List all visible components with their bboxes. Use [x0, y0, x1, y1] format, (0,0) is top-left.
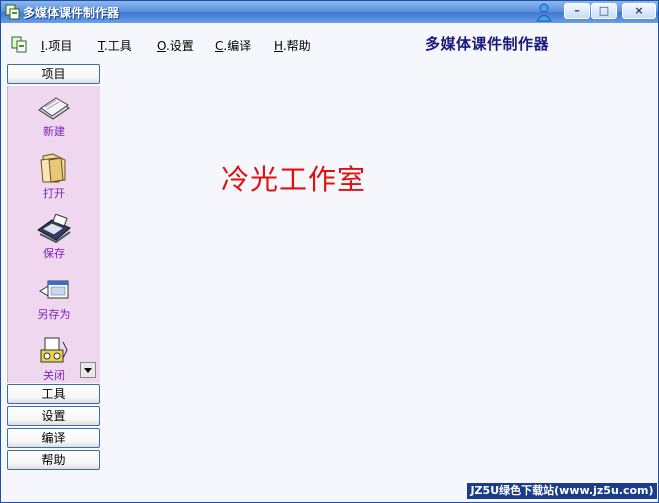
section-project-button[interactable]: 项目: [7, 64, 100, 84]
minimize-button[interactable]: –: [564, 3, 590, 19]
menu-tools-label: .工具: [103, 39, 132, 53]
menu-settings-label: .设置: [165, 39, 194, 53]
tool-open[interactable]: 打开: [16, 152, 92, 201]
open-folder-icon: [40, 153, 66, 183]
menu-project-label: .项目: [44, 39, 73, 53]
studio-text: 冷光工作室: [221, 163, 367, 196]
tool-save-as-label: 另存为: [37, 308, 71, 321]
section-tools-button[interactable]: 工具: [7, 384, 100, 404]
watermark-banner: JZ5U绿色下载站(www.jz5u.com): [467, 483, 657, 499]
app-menu-icon[interactable]: [11, 36, 28, 53]
section-settings-button[interactable]: 设置: [7, 406, 100, 426]
menu-help-accel: H: [274, 39, 283, 53]
menu-help[interactable]: H.帮助: [274, 37, 311, 54]
menu-tools[interactable]: T.工具: [98, 37, 132, 54]
tool-save-label: 保存: [43, 247, 65, 260]
menu-compile-label: .编译: [223, 39, 252, 53]
new-file-icon: [38, 97, 70, 120]
sidebar: 项目 新建 打开 保存 另存为 关闭 工具 设置 编译 帮助: [7, 64, 100, 472]
app-icon: [5, 4, 20, 20]
project-tools-panel: 新建 打开 保存 另存为 关闭: [7, 86, 100, 383]
window-title: 多媒体课件制作器: [23, 6, 120, 20]
section-help-button[interactable]: 帮助: [7, 450, 100, 470]
close-button[interactable]: ×: [622, 3, 656, 19]
menu-bar: I.项目 T.工具 O.设置 C.编译 H.帮助 多媒体课件制作器: [1, 25, 658, 61]
tool-save[interactable]: 保存: [16, 214, 92, 261]
menu-project[interactable]: I.项目: [41, 37, 72, 54]
tool-new[interactable]: 新建: [16, 92, 92, 139]
menu-settings[interactable]: O.设置: [157, 37, 194, 54]
menu-settings-accel: O: [157, 39, 166, 53]
close-project-icon: [40, 337, 68, 363]
section-compile-button[interactable]: 编译: [7, 428, 100, 448]
app-title: 多媒体课件制作器: [425, 35, 550, 53]
save-as-icon: [39, 280, 69, 299]
title-bar[interactable]: 多媒体课件制作器 – □ ×: [1, 1, 658, 23]
main-content-area[interactable]: 冷光工作室: [102, 64, 657, 484]
tool-open-label: 打开: [43, 187, 65, 200]
application-window: 多媒体课件制作器 – □ × I.项目 T.工具 O.设置 C.编译 H.帮助 …: [0, 0, 659, 503]
person-icon: [536, 3, 552, 22]
menu-compile[interactable]: C.编译: [215, 37, 251, 54]
panel-scroll-down-button[interactable]: [80, 362, 96, 378]
tool-new-label: 新建: [43, 125, 65, 138]
chevron-down-icon: [84, 368, 92, 373]
save-icon: [37, 214, 71, 244]
menu-help-label: .帮助: [282, 39, 311, 53]
maximize-button[interactable]: □: [591, 3, 617, 19]
tool-save-as[interactable]: 另存为: [16, 277, 92, 322]
